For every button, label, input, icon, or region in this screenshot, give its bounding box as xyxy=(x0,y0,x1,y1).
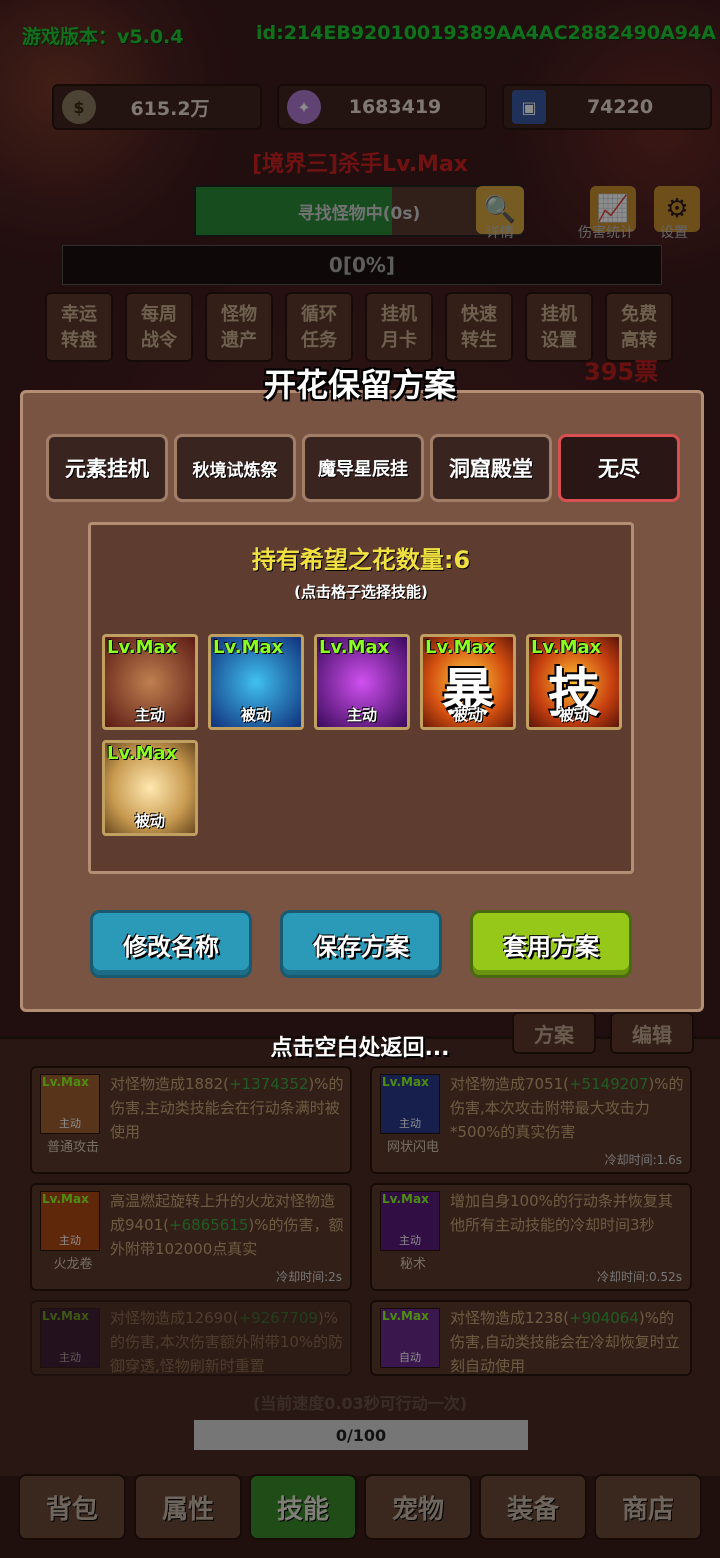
modal-title: 开花保留方案 xyxy=(263,366,456,404)
tab-endless[interactable]: 无尽 xyxy=(558,434,680,502)
skill-type: 主动 xyxy=(346,706,377,724)
save-plan-button[interactable]: 保存方案 xyxy=(280,910,442,978)
tab-autumn-trial[interactable]: 秋境试炼祭 xyxy=(174,434,296,502)
skill-type: 被动 xyxy=(134,812,165,830)
skill-type: 被动 xyxy=(558,706,589,724)
skill-level: Lv.Max xyxy=(425,637,496,658)
skill-level: Lv.Max xyxy=(213,637,284,658)
tab-cave-palace[interactable]: 洞窟殿堂 xyxy=(430,434,552,502)
skill-type: 主动 xyxy=(134,706,165,724)
hope-flower-count: 持有希望之花数量:6 xyxy=(251,546,471,574)
skill-slot-aura[interactable]: Lv.Max 被动 xyxy=(208,634,304,730)
rename-button[interactable]: 修改名称 xyxy=(90,910,252,978)
tap-to-return-hint: 点击空白处返回... xyxy=(270,1036,450,1061)
apply-plan-button[interactable]: 套用方案 xyxy=(470,910,632,978)
tab-element-idle[interactable]: 元素挂机 xyxy=(46,434,168,502)
skill-level: Lv.Max xyxy=(531,637,602,658)
tab-magic-star[interactable]: 魔导星辰挂 xyxy=(302,434,424,502)
skill-slot-drill[interactable]: Lv.Max 主动 xyxy=(102,634,198,730)
grid-hint: (点击格子选择技能) xyxy=(294,583,428,601)
skill-type: 被动 xyxy=(452,706,483,724)
skill-level: Lv.Max xyxy=(107,743,178,764)
skill-level: Lv.Max xyxy=(107,637,178,658)
skill-type: 被动 xyxy=(240,706,271,724)
skill-level: Lv.Max xyxy=(319,637,390,658)
skill-slot-skill[interactable]: 技 Lv.Max 被动 xyxy=(526,634,622,730)
skill-slot-demon[interactable]: Lv.Max 主动 xyxy=(314,634,410,730)
skill-slot-warrior[interactable]: Lv.Max 被动 xyxy=(102,740,198,836)
skill-slot-crit[interactable]: 暴 Lv.Max 被动 xyxy=(420,634,516,730)
